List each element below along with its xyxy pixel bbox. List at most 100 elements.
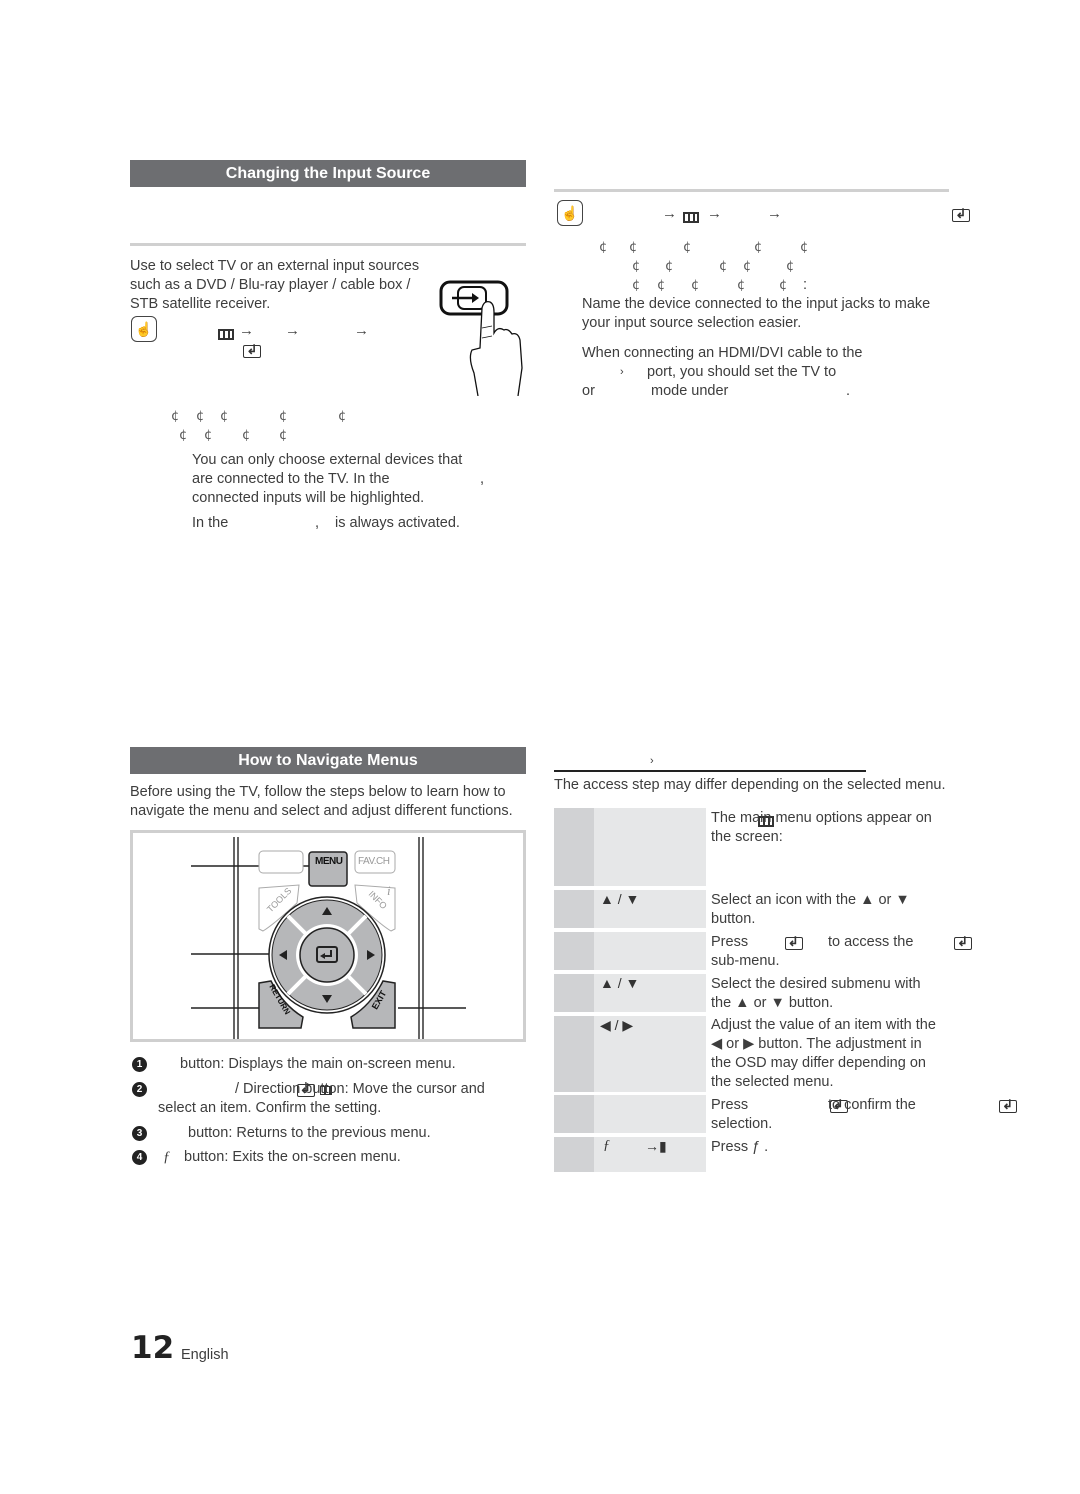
legend-number-2: 2: [132, 1082, 147, 1097]
input-source-intro-line-3: STB satellite receiver.: [130, 296, 271, 312]
note-comma: ,: [480, 471, 485, 487]
row-key: ◀ / ▶: [600, 1017, 634, 1033]
input-name-glyph: ¢: [800, 240, 809, 255]
row-desc: Select the desired submenu with: [711, 976, 921, 992]
page-number: 12: [131, 1330, 175, 1366]
row-desc: selection.: [711, 1116, 773, 1132]
input-name-glyph: ¢: [719, 259, 728, 274]
note2-suffix: is always activated.: [335, 515, 460, 531]
source-option-glyph: ¢: [171, 409, 180, 424]
input-name-glyph: ¢: [754, 240, 763, 255]
table-row: [554, 1095, 706, 1133]
row-desc: the selected menu.: [711, 1074, 834, 1090]
row-desc: sub-menu.: [711, 953, 780, 969]
input-name-glyph: ¢: [632, 278, 641, 293]
hdmi-chevron: ›: [620, 366, 624, 378]
hdmi-note-line: port, you should set the TV to: [647, 364, 837, 380]
enter-icon: [999, 1097, 1018, 1114]
source-option-glyph: ¢: [279, 409, 288, 424]
row-desc: the ▲ or ▼ button.: [711, 995, 834, 1011]
row-key: ▲ / ▼: [600, 891, 640, 907]
note2-prefix: In the: [192, 515, 229, 531]
note-line: connected inputs will be highlighted.: [192, 490, 425, 506]
source-option-glyph: ¢: [279, 428, 288, 443]
table-row: [554, 932, 706, 970]
input-name-glyph: ¢: [632, 259, 641, 274]
section-title-input-source: Changing the Input Source: [130, 160, 526, 187]
row-desc: The main menu options appear on: [711, 810, 932, 826]
row-desc: Press: [711, 1097, 749, 1113]
enter-icon: [954, 934, 973, 951]
row-desc: Adjust the value of an item with the: [711, 1017, 936, 1033]
path-arrow: →: [285, 322, 300, 339]
divider: [554, 189, 949, 192]
hdmi-note-line: When connecting an HDMI/DVI cable to the: [582, 345, 863, 361]
legend-text-2b: select an item. Confirm the setting.: [158, 1100, 382, 1116]
source-option-glyph: ¢: [196, 409, 205, 424]
path-arrow: →: [354, 322, 369, 339]
exit-icon: →▮: [645, 1138, 667, 1154]
input-source-intro-line-1: Use to select TV or an external input so…: [130, 258, 420, 274]
row-desc: ◀ or ▶ button. The adjustment in: [711, 1036, 922, 1052]
legend-text-3: button: Returns to the previous menu.: [188, 1125, 431, 1141]
menu-button-label: MENU: [315, 856, 343, 867]
input-name-glyph: ¢: [743, 259, 752, 274]
hand-touch-icon: ☝: [557, 200, 583, 226]
row-desc: to access the: [828, 934, 914, 950]
row-key: ▲ / ▼: [600, 975, 640, 991]
section-title-navigate-menus: How to Navigate Menus: [130, 747, 526, 774]
legend-number-4: 4: [132, 1150, 147, 1165]
source-option-glyph: ¢: [242, 428, 251, 443]
input-source-intro-line-2: such as a DVD / Blu-ray player / cable b…: [130, 277, 411, 293]
legend-number-3: 3: [132, 1126, 147, 1141]
edit-name-desc-line: your input source selection easier.: [582, 315, 802, 331]
row-desc: Select an icon with the ▲ or ▼: [711, 892, 910, 908]
source-option-glyph: ¢: [220, 409, 229, 424]
table-row: [554, 808, 706, 886]
path-arrow: →: [707, 205, 722, 222]
enter-icon: [952, 206, 971, 223]
hdmi-or: or: [582, 383, 595, 399]
row-desc: button.: [711, 911, 756, 927]
operation-note: The access step may differ depending on …: [554, 777, 946, 793]
note-line: You can only choose external devices tha…: [192, 452, 463, 468]
navigate-intro-line-2: navigate the menu and select and adjust …: [130, 803, 513, 819]
heading-underline: [554, 770, 866, 772]
hdmi-period: .: [846, 383, 851, 399]
legend-text-1: button: Displays the main on-screen menu…: [180, 1056, 456, 1072]
input-name-glyph: ¢: [779, 278, 788, 293]
row-desc: the screen:: [711, 829, 783, 845]
navigate-intro-line-1: Before using the TV, follow the steps be…: [130, 784, 506, 800]
hand-touch-icon: ☝: [131, 316, 157, 342]
enter-icon: [784, 934, 803, 951]
input-name-glyph: ¢: [599, 240, 608, 255]
input-name-glyph: ¢: [737, 278, 746, 293]
colon: :: [803, 277, 808, 293]
remote-illustration: MENU FAV.CH TOOLS INFO i RETURN EXIT: [130, 830, 526, 1096]
menu-icon: [682, 212, 699, 224]
legend-number-1: 1: [132, 1057, 147, 1072]
input-name-glyph: ¢: [786, 259, 795, 274]
input-name-glyph: ¢: [665, 259, 674, 274]
note-line: are connected to the TV. In the: [192, 471, 390, 487]
row-desc: to confirm the: [828, 1097, 916, 1113]
row-desc: the OSD may differ depending on: [711, 1055, 926, 1071]
input-name-glyph: ¢: [657, 278, 666, 293]
favch-button-label: FAV.CH: [358, 856, 390, 867]
table-row: [554, 1137, 706, 1172]
heading-chevron: ›: [650, 755, 654, 767]
row-desc: Press ƒ .: [711, 1139, 769, 1155]
input-name-glyph: ¢: [691, 278, 700, 293]
legend-text-4: button: Exits the on-screen menu.: [184, 1149, 401, 1165]
path-arrow: →: [767, 205, 782, 222]
menu-icon: [218, 329, 234, 341]
source-option-glyph: ¢: [179, 428, 188, 443]
info-icon: i: [387, 883, 391, 898]
source-option-glyph: ¢: [204, 428, 213, 443]
path-arrow: →: [239, 322, 254, 339]
path-arrow: →: [662, 205, 677, 222]
exit-glyph: ƒ: [603, 1138, 610, 1153]
input-name-glyph: ¢: [683, 240, 692, 255]
edit-name-desc-line: Name the device connected to the input j…: [582, 296, 931, 312]
input-name-glyph: ¢: [629, 240, 638, 255]
